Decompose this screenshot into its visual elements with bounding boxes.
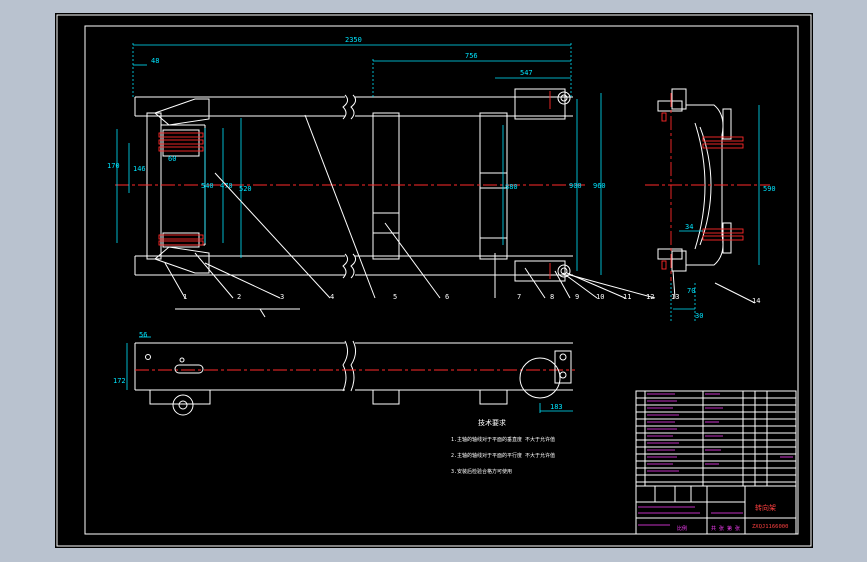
dim-172: 172 [113, 377, 126, 385]
dim-70: 70 [687, 287, 695, 295]
dim-30: 30 [695, 312, 703, 320]
balloon-8: 8 [550, 293, 554, 301]
dim-146: 146 [133, 165, 146, 173]
dim-960: 960 [593, 182, 606, 190]
parts-list [635, 390, 797, 487]
title-block: 转向架 ZXQJ1166000 共 张 第 张 比例 [635, 485, 797, 535]
drawing-code: ZXQJ1166000 [752, 524, 788, 530]
balloon-13: 13 [671, 293, 679, 301]
balloon-2: 2 [237, 293, 241, 301]
dim-56: 56 [139, 331, 147, 339]
side-view: 590 34 70 30 [645, 88, 776, 323]
dim-34: 34 [685, 223, 693, 231]
balloon-9: 9 [575, 293, 579, 301]
balloon-12: 12 [646, 293, 654, 301]
drawing-sheet: 2350 756 547 48 170 146 60 540 470 520 8… [55, 13, 813, 548]
technical-notes: 技术要求 1.主轴的轴线对于平面的垂直度 不大于允许值 2.主轴的轴线对于平面的… [451, 418, 555, 475]
notes-line-3: 3.安装后检验合格方可使用 [451, 468, 512, 475]
title-text: 转向架 [755, 503, 776, 512]
cad-drawing: 2350 756 547 48 170 146 60 540 470 520 8… [56, 14, 812, 547]
dim-48: 48 [151, 57, 159, 65]
dim-900: 900 [569, 182, 582, 190]
dim-520: 520 [239, 185, 252, 193]
inner-border [84, 25, 799, 535]
sheet-label: 共 张 第 张 [711, 525, 740, 532]
notes-line-1: 1.主轴的轴线对于平面的垂直度 不大于允许值 [451, 436, 555, 443]
dim-590: 590 [763, 185, 776, 193]
dim-183: 183 [550, 403, 563, 411]
dim-170: 170 [107, 162, 120, 170]
balloon-1: 1 [183, 293, 187, 301]
dim-60: 60 [168, 155, 176, 163]
dim-547: 547 [520, 69, 533, 77]
dim-540: 540 [201, 182, 214, 190]
balloon-14: 14 [752, 297, 760, 305]
outer-border [56, 14, 812, 547]
balloon-10: 10 [596, 293, 604, 301]
scale-label: 比例 [677, 525, 687, 532]
notes-line-2: 2.主轴的轴线对于平面的平行度 不大于允许值 [451, 452, 555, 459]
dim-756: 756 [465, 52, 478, 60]
balloon-7: 7 [517, 293, 521, 301]
front-view: 56 172 183 [113, 331, 575, 416]
balloon-6: 6 [445, 293, 449, 301]
balloon-4: 4 [330, 293, 334, 301]
balloon-3: 3 [280, 293, 284, 301]
dim-2350: 2350 [345, 36, 362, 44]
balloon-5: 5 [393, 293, 397, 301]
notes-title: 技术要求 [478, 418, 506, 427]
dim-880: 880 [505, 183, 518, 191]
balloon-11: 11 [623, 293, 631, 301]
